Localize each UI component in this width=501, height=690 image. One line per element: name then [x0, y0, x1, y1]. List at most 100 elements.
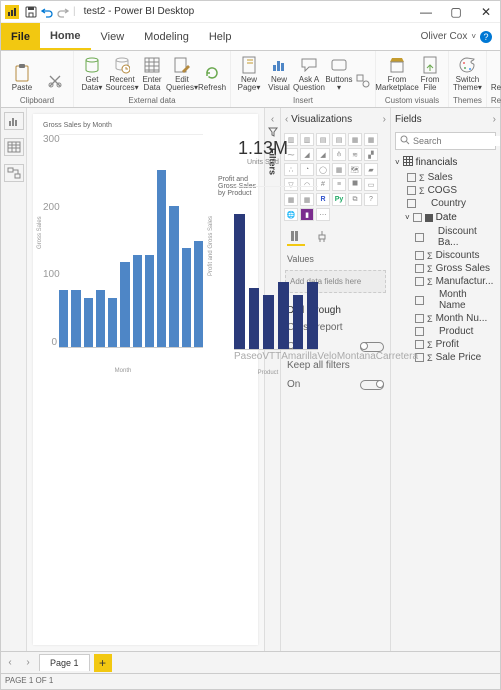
- bar: [263, 295, 274, 349]
- ribbon-group-relationships: Manage Relationships Relationships: [487, 51, 501, 107]
- field-row[interactable]: ΣDiscounts: [395, 249, 496, 262]
- chevron-left-icon[interactable]: ‹: [285, 114, 288, 125]
- field-checkbox[interactable]: [415, 314, 424, 323]
- python-visual-icon[interactable]: Py: [332, 193, 346, 206]
- chevron-right-icon[interactable]: ›: [383, 114, 386, 125]
- field-row[interactable]: ΣMonth Nu...: [395, 312, 496, 325]
- home-tab[interactable]: Home: [40, 23, 91, 50]
- help-tab[interactable]: Help: [199, 23, 242, 50]
- bar-chart-product[interactable]: Profit and Gross Sales Product PaseoVTTA…: [218, 186, 318, 366]
- close-button[interactable]: ✕: [476, 5, 496, 19]
- field-row[interactable]: ΣSales: [395, 171, 496, 184]
- report-view-button[interactable]: [4, 112, 24, 130]
- signed-in-user[interactable]: Oliver Cox ˅ ?: [413, 23, 500, 50]
- cross-report-toggle[interactable]: [360, 342, 384, 352]
- more-visuals-icon[interactable]: ⋯: [316, 208, 330, 221]
- fields-search[interactable]: [395, 132, 496, 150]
- field-checkbox[interactable]: [415, 327, 424, 336]
- line-column-icon[interactable]: ⫛: [332, 148, 346, 161]
- clustered-column-icon[interactable]: ▤: [332, 133, 346, 146]
- enter-data-button[interactable]: Enter Data: [138, 53, 166, 94]
- save-icon[interactable]: [23, 4, 39, 20]
- from-marketplace-button[interactable]: From Marketplace: [380, 53, 414, 94]
- 100-bar-icon[interactable]: ▦: [348, 133, 362, 146]
- r-visual-icon[interactable]: R: [316, 193, 330, 206]
- add-page-button[interactable]: +: [94, 654, 112, 672]
- field-checkbox[interactable]: [407, 199, 416, 208]
- field-checkbox[interactable]: [407, 173, 416, 182]
- ask-question-button[interactable]: Ask A Question: [295, 53, 323, 94]
- treemap-icon[interactable]: ▦: [332, 163, 346, 176]
- donut-chart-icon[interactable]: ◯: [316, 163, 330, 176]
- field-checkbox[interactable]: [415, 264, 424, 273]
- paste-button[interactable]: Paste: [5, 61, 39, 94]
- bar-chart-gross-sales[interactable]: 3002001000 Gross Sales Month: [43, 134, 203, 364]
- page-next[interactable]: ›: [19, 657, 37, 668]
- field-checkbox[interactable]: [415, 251, 424, 260]
- model-view-button[interactable]: [4, 164, 24, 182]
- sigma-icon: Σ: [427, 277, 433, 287]
- waterfall-icon[interactable]: ▞: [364, 148, 378, 161]
- page-tab[interactable]: Page 1: [39, 654, 90, 671]
- field-row[interactable]: ΣCOGS: [395, 184, 496, 197]
- card-icon[interactable]: #: [316, 178, 330, 191]
- edit-queries-button[interactable]: Edit Queries▾: [168, 53, 196, 94]
- maximize-button[interactable]: ▢: [446, 5, 466, 19]
- field-row[interactable]: Country: [395, 197, 496, 210]
- stacked-area-icon[interactable]: ◢: [316, 148, 330, 161]
- cut-button[interactable]: [41, 69, 69, 94]
- field-checkbox[interactable]: [415, 340, 424, 349]
- shapes-icon: [353, 71, 373, 91]
- status-bar: PAGE 1 OF 1: [1, 673, 500, 689]
- modeling-tab[interactable]: Modeling: [134, 23, 199, 50]
- file-tab[interactable]: File: [1, 23, 40, 50]
- redo-icon[interactable]: [55, 4, 71, 20]
- field-row[interactable]: Discount Ba...: [395, 225, 496, 249]
- get-data-button[interactable]: Get Data▾: [78, 53, 106, 94]
- buttons-button[interactable]: Buttons ▾: [325, 53, 353, 94]
- field-checkbox[interactable]: [415, 296, 424, 305]
- field-checkbox[interactable]: [407, 186, 416, 195]
- table-node[interactable]: ˅financials: [395, 154, 496, 171]
- view-tab[interactable]: View: [91, 23, 135, 50]
- key-influencers-icon[interactable]: ⧉: [348, 193, 362, 206]
- 100-column-icon[interactable]: ▦: [364, 133, 378, 146]
- clustered-bar-icon[interactable]: ▤: [316, 133, 330, 146]
- field-row[interactable]: ΣProfit: [395, 338, 496, 351]
- field-row[interactable]: Product: [395, 325, 496, 338]
- ribbon-chart-icon[interactable]: ≋: [348, 148, 362, 161]
- slicer-icon[interactable]: ▭: [364, 178, 378, 191]
- data-view-button[interactable]: [4, 138, 24, 156]
- more-insert-button[interactable]: [355, 69, 371, 94]
- field-checkbox[interactable]: [415, 233, 424, 242]
- chevron-right-icon[interactable]: ›: [493, 114, 496, 125]
- keep-filters-toggle[interactable]: [360, 380, 384, 390]
- multirow-card-icon[interactable]: ≡: [332, 178, 346, 191]
- new-visual-button[interactable]: New Visual: [265, 53, 293, 94]
- page-prev[interactable]: ‹: [1, 657, 19, 668]
- search-input[interactable]: [413, 136, 500, 146]
- minimize-button[interactable]: —: [416, 5, 436, 19]
- field-row[interactable]: Month Name: [395, 288, 496, 312]
- field-checkbox[interactable]: [413, 213, 422, 222]
- date-hierarchy-node[interactable]: ˅Date: [395, 210, 496, 225]
- file-import-icon: [420, 55, 440, 75]
- qna-visual-icon[interactable]: ?: [364, 193, 378, 206]
- kpi-viz-icon[interactable]: ⯀: [348, 178, 362, 191]
- map-icon[interactable]: 🗺: [348, 163, 362, 176]
- filled-map-icon[interactable]: ▰: [364, 163, 378, 176]
- powerbi-icon: [5, 5, 19, 19]
- refresh-button[interactable]: Refresh: [198, 61, 226, 94]
- field-checkbox[interactable]: [415, 277, 424, 286]
- field-row[interactable]: ΣGross Sales: [395, 262, 496, 275]
- switch-theme-button[interactable]: Switch Theme▾: [453, 53, 481, 94]
- new-page-button[interactable]: New Page▾: [235, 53, 263, 94]
- recent-sources-button[interactable]: Recent Sources▾: [108, 53, 136, 94]
- help-icon[interactable]: ?: [480, 31, 492, 43]
- undo-icon[interactable]: [39, 4, 55, 20]
- field-row[interactable]: ΣManufactur...: [395, 275, 496, 288]
- report-canvas[interactable]: Gross Sales by Month 3002001000 Gross Sa…: [27, 108, 264, 651]
- qat-separator: |: [73, 6, 76, 17]
- from-file-button[interactable]: From File: [416, 53, 444, 94]
- kpi-card[interactable]: 1.13M Units Sold: [223, 138, 303, 166]
